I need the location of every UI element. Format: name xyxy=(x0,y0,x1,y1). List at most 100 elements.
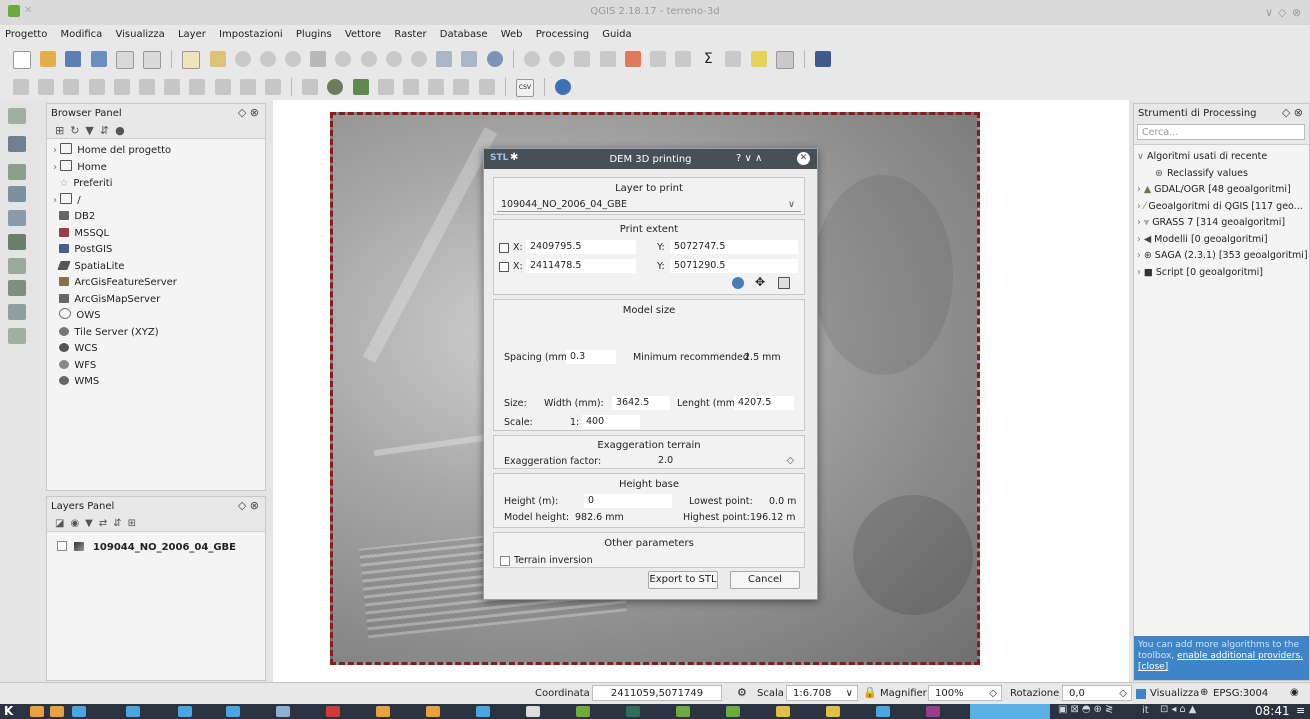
task-icon[interactable] xyxy=(826,706,840,717)
show-bookmarks-icon[interactable] xyxy=(461,51,478,67)
list-item[interactable]: › ⁄ Geoalgoritmi di QGIS [117 geo... xyxy=(1137,199,1309,216)
maximize-icon[interactable]: ◇ xyxy=(1278,6,1286,19)
browser-panel-buttons[interactable]: ◇ ⊗ xyxy=(238,106,259,119)
add-feature-icon[interactable] xyxy=(88,79,105,95)
show-labels-icon[interactable] xyxy=(377,79,394,95)
processing-search-input[interactable]: Cerca... xyxy=(1137,124,1305,140)
task-icon[interactable] xyxy=(476,706,490,717)
menu-visualizza[interactable]: Visualizza xyxy=(111,25,170,40)
list-item[interactable]: › ⊛ SAGA (2.3.1) [353 geoalgoritmi] xyxy=(1137,248,1309,265)
list-item[interactable]: WFS xyxy=(53,358,265,375)
scale-combo[interactable]: 1:6.708 ∨ xyxy=(786,685,858,701)
add-vector-layer-icon[interactable] xyxy=(8,108,26,124)
paste-features-icon[interactable] xyxy=(264,79,281,95)
toggle-editing-icon[interactable] xyxy=(38,79,55,95)
list-item[interactable]: › ■ Script [0 geoalgoritmi] xyxy=(1137,265,1309,282)
list-item[interactable]: WMS xyxy=(53,374,265,391)
add-wfs-icon[interactable] xyxy=(8,280,26,296)
list-item[interactable]: Tile Server (XYZ) xyxy=(53,325,265,342)
node-tool-icon[interactable] xyxy=(164,79,181,95)
task-icon[interactable] xyxy=(576,706,590,717)
task-icon[interactable] xyxy=(676,706,690,717)
list-item[interactable]: PostGIS xyxy=(53,242,265,259)
menu-impostazioni[interactable]: Impostazioni xyxy=(214,25,288,40)
csv-icon[interactable]: CSV xyxy=(515,79,534,97)
list-item[interactable]: ⊛ Reclassify values xyxy=(1137,166,1309,183)
menu-guida[interactable]: Guida xyxy=(597,25,636,40)
active-task[interactable] xyxy=(970,704,1050,719)
close-notice-link[interactable]: [close] xyxy=(1138,662,1168,672)
refresh-icon[interactable] xyxy=(486,51,503,67)
keyboard-layout[interactable]: it xyxy=(1142,705,1149,716)
save-project-icon[interactable] xyxy=(65,51,82,67)
help-icon[interactable] xyxy=(815,51,832,67)
epsg-label[interactable]: EPSG:3004 xyxy=(1213,688,1268,699)
label-properties-icon[interactable] xyxy=(478,79,495,95)
zoom-full-icon[interactable] xyxy=(310,51,327,67)
layers-panel-buttons[interactable]: ◇ ⊗ xyxy=(238,499,259,512)
save-edits-icon[interactable] xyxy=(63,79,80,95)
task-icon[interactable] xyxy=(30,706,44,717)
lock-scale-icon[interactable]: 🔒 xyxy=(863,686,877,699)
render-checkbox[interactable] xyxy=(1136,689,1146,699)
y1-input[interactable]: 5072747.5 xyxy=(670,240,798,254)
map-tips-icon[interactable] xyxy=(750,51,767,67)
list-item[interactable]: › ⩔ GRASS 7 [314 geoalgoritmi] xyxy=(1137,215,1309,232)
layer-item[interactable]: 109044_NO_2006_04_GBE xyxy=(57,540,265,557)
composer-manager-icon[interactable] xyxy=(142,51,161,69)
layer-labeling-icon[interactable] xyxy=(327,79,344,95)
crs-globe-icon[interactable]: ⊕ xyxy=(1200,687,1208,698)
print-composer-icon[interactable] xyxy=(115,51,134,69)
kde-menu-icon[interactable]: K xyxy=(4,704,13,718)
task-icon[interactable] xyxy=(126,706,140,717)
list-item[interactable]: ArcGisMapServer xyxy=(53,292,265,309)
x2-input[interactable]: 2411478.5 xyxy=(526,259,636,273)
layers-panel-toolbar[interactable]: ◪◉▼⇄⇵⊞ xyxy=(55,518,142,529)
add-spatialite-icon[interactable] xyxy=(8,210,26,226)
identify-icon[interactable] xyxy=(523,51,540,67)
export-to-stl-button[interactable]: Export to STL xyxy=(648,571,718,589)
hamburger-menu-icon[interactable]: ≡ xyxy=(1296,704,1305,717)
add-postgis-icon[interactable] xyxy=(8,186,26,202)
new-layer-icon[interactable] xyxy=(8,328,26,344)
coordinate-field[interactable]: 2411059,5071749 xyxy=(592,685,722,701)
zoom-in-icon[interactable] xyxy=(234,51,251,67)
add-wms-icon[interactable] xyxy=(8,234,26,250)
menu-layer[interactable]: Layer xyxy=(173,25,211,40)
spacing-input[interactable]: 0.3 xyxy=(566,350,616,364)
select-features-icon[interactable] xyxy=(574,51,591,67)
new-project-icon[interactable] xyxy=(13,51,31,69)
list-item[interactable]: SpatiaLite xyxy=(53,259,265,276)
new-bookmark-icon[interactable] xyxy=(436,51,453,67)
list-item[interactable]: › ▲ GDAL/OGR [48 geoalgoritmi] xyxy=(1137,182,1309,199)
rotate-label-icon[interactable] xyxy=(428,79,445,95)
menu-vettore[interactable]: Vettore xyxy=(340,25,386,40)
task-icon[interactable] xyxy=(72,706,86,717)
zoom-next-icon[interactable] xyxy=(411,51,427,67)
task-icon[interactable] xyxy=(776,706,790,717)
list-item[interactable]: ArcGisFeatureServer xyxy=(53,275,265,292)
task-icon[interactable] xyxy=(178,706,192,717)
save-as-icon[interactable] xyxy=(90,51,107,67)
add-raster-layer-icon[interactable] xyxy=(8,136,26,152)
add-wcs-icon[interactable] xyxy=(8,258,26,274)
task-icon[interactable] xyxy=(50,706,64,717)
tray-status-icons[interactable]: ⊡◂⌂▲ xyxy=(1160,704,1199,715)
pan-extent-icon[interactable]: ✥ xyxy=(755,275,765,289)
open-project-icon[interactable] xyxy=(40,51,57,67)
task-icon[interactable] xyxy=(326,706,340,717)
processing-panel-buttons[interactable]: ◇ ⊗ xyxy=(1282,106,1303,119)
menu-plugins[interactable]: Plugins xyxy=(291,25,337,40)
task-icon[interactable] xyxy=(376,706,390,717)
change-label-icon[interactable] xyxy=(453,79,470,95)
menu-database[interactable]: Database xyxy=(435,25,493,40)
task-icon[interactable] xyxy=(226,706,240,717)
dem-3d-printing-icon[interactable] xyxy=(555,79,572,95)
zoom-last-icon[interactable] xyxy=(385,51,402,67)
list-item[interactable]: › ◀ Modelli [0 geoalgoritmi] xyxy=(1137,232,1309,249)
zoom-selection-icon[interactable] xyxy=(335,51,352,67)
cut-features-icon[interactable] xyxy=(214,79,231,95)
dialog-close-icon[interactable]: ✕ xyxy=(797,152,810,165)
add-virtual-layer-icon[interactable] xyxy=(8,304,26,320)
rotation-spinbox[interactable]: 0,0 ◇ xyxy=(1062,685,1132,701)
